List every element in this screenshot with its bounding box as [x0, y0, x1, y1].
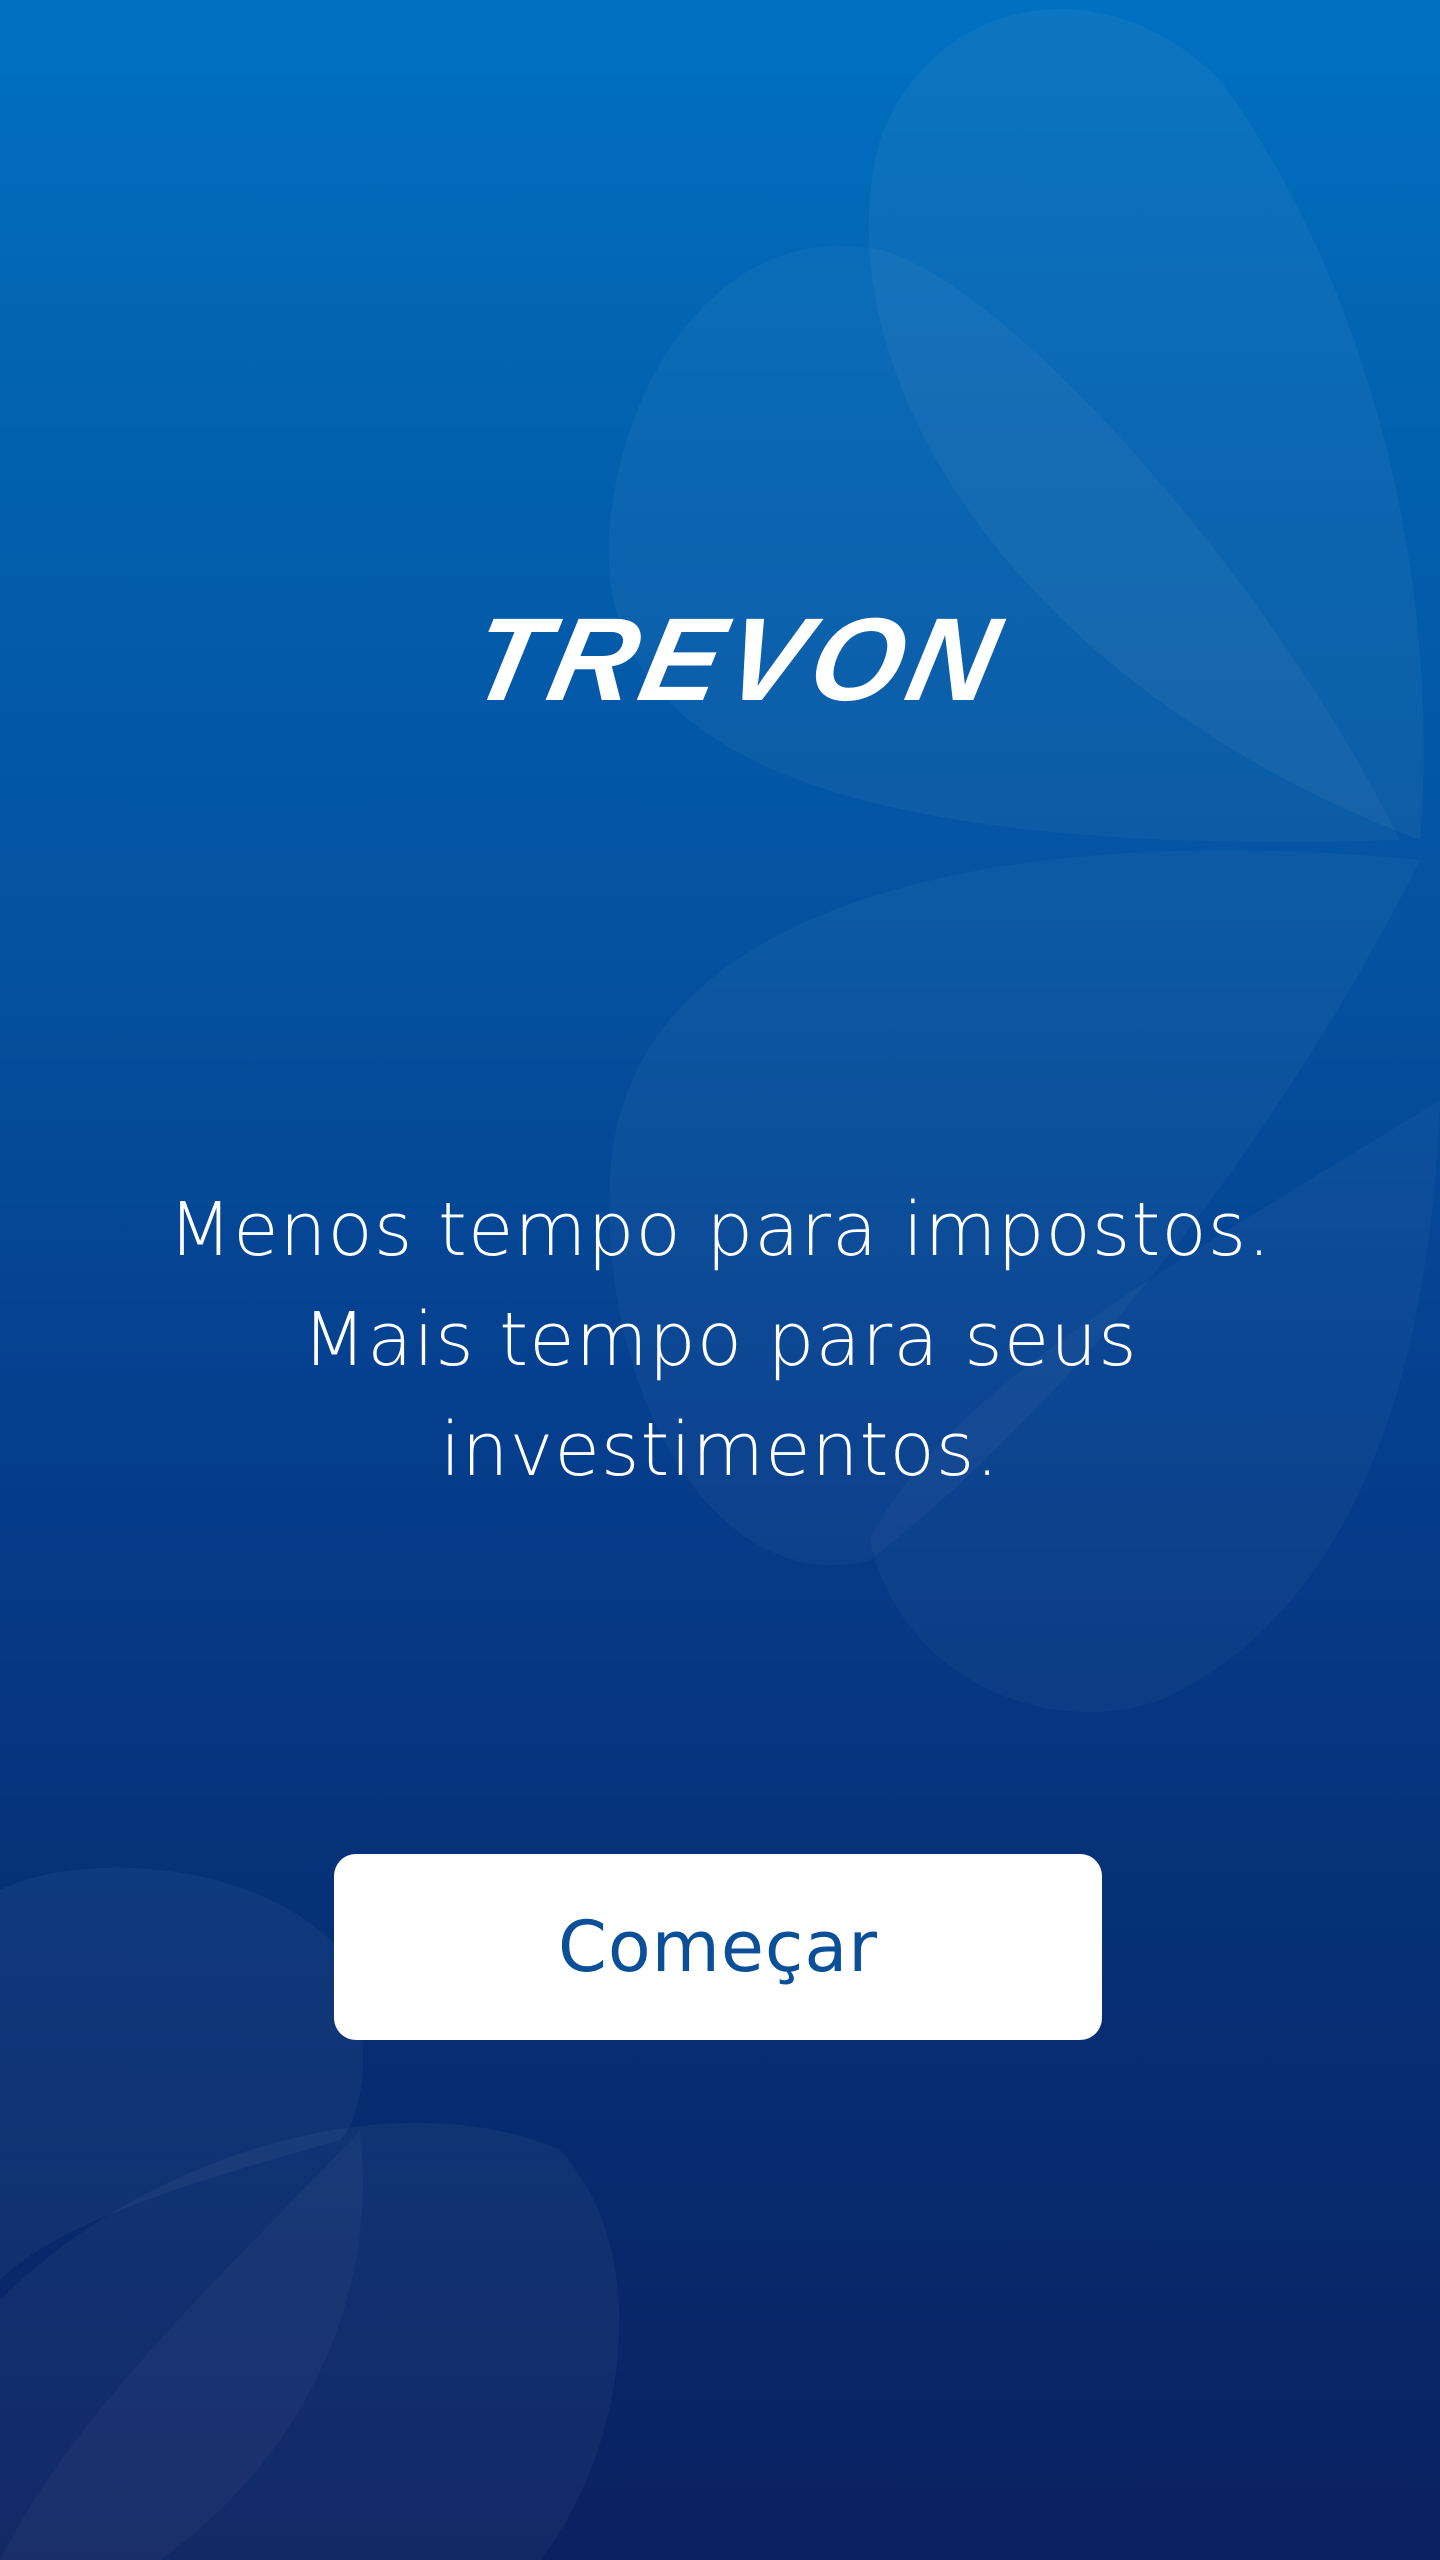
- tagline-line-2: Mais tempo para seus: [302, 1297, 1138, 1383]
- tagline-line-1: Menos tempo para impostos.: [168, 1187, 1272, 1273]
- svg-text:TREVON: TREVON: [460, 612, 1016, 708]
- start-button[interactable]: Começar: [334, 1854, 1102, 2040]
- tagline: Menos tempo para impostos. Mais tempo pa…: [120, 1175, 1320, 1505]
- trevon-logo: TREVON: [258, 612, 1198, 708]
- welcome-screen: TREVON Menos tempo para impostos. Mais t…: [0, 0, 1440, 2560]
- tagline-line-3: investimentos.: [440, 1407, 1000, 1493]
- start-button-label: Começar: [557, 1906, 879, 1988]
